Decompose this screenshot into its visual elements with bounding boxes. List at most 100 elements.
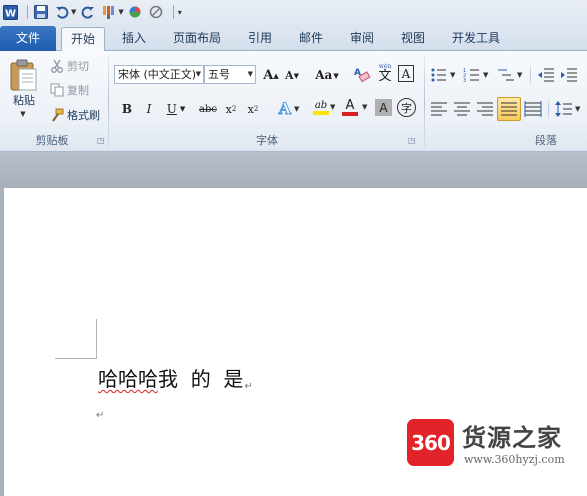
format-painter-label: 格式刷 bbox=[67, 109, 100, 122]
page-corner-mark bbox=[55, 358, 97, 359]
numbering-dropdown-icon[interactable]: ▼ bbox=[483, 71, 488, 79]
redo-icon[interactable] bbox=[79, 4, 96, 21]
group-divider bbox=[424, 55, 425, 148]
phonetic-guide-icon: 文 bbox=[378, 68, 392, 84]
italic-button[interactable]: I bbox=[139, 99, 159, 119]
ruler-area bbox=[0, 152, 587, 188]
watermark-url: www.360hyzj.com bbox=[464, 453, 565, 466]
font-color-swatch bbox=[342, 111, 358, 116]
font-color-dropdown-icon[interactable]: ▼ bbox=[362, 103, 367, 111]
tab-home[interactable]: 开始 bbox=[61, 27, 105, 52]
paste-button[interactable] bbox=[6, 55, 42, 95]
bold-button[interactable]: B bbox=[117, 99, 137, 119]
font-launcher-icon[interactable]: ◳ bbox=[408, 136, 416, 145]
document-line-1[interactable]: 哈哈哈我 的 是 ↵ bbox=[98, 364, 253, 392]
bullets-icon[interactable] bbox=[430, 66, 448, 84]
align-center-icon[interactable] bbox=[453, 100, 471, 118]
increase-indent-icon[interactable] bbox=[560, 66, 578, 84]
bullets-dropdown-icon[interactable]: ▼ bbox=[450, 71, 455, 79]
chevron-down-icon: ▼ bbox=[195, 70, 201, 78]
tab-file[interactable]: 文件 bbox=[0, 26, 56, 51]
superscript-button[interactable]: x2 bbox=[243, 99, 263, 119]
page-corner-mark bbox=[96, 319, 97, 359]
line-1-text[interactable]: 我 的 是 bbox=[158, 363, 243, 392]
distributed-icon[interactable] bbox=[524, 100, 542, 118]
tab-view[interactable]: 视图 bbox=[392, 27, 434, 51]
misspelled-text[interactable]: 哈哈哈 bbox=[98, 363, 158, 392]
align-left-icon[interactable] bbox=[430, 100, 448, 118]
italic-icon: I bbox=[146, 102, 152, 116]
strikethrough-button[interactable]: abc bbox=[196, 99, 220, 119]
subscript-button[interactable]: x2 bbox=[221, 99, 241, 119]
numbering-icon[interactable]: 123 bbox=[463, 66, 481, 84]
save-icon[interactable] bbox=[32, 4, 49, 21]
character-border-button[interactable]: A bbox=[398, 65, 414, 82]
superscript-mark: 2 bbox=[253, 105, 259, 113]
change-case-icon: Aa bbox=[315, 68, 333, 82]
shrink-font-button[interactable]: A ▼ bbox=[282, 65, 302, 85]
highlight-icon: ab bbox=[314, 100, 328, 111]
grow-font-button[interactable]: A ▲ bbox=[261, 65, 281, 85]
font-size-value: 五号 bbox=[208, 68, 230, 81]
tab-references[interactable]: 引用 bbox=[239, 27, 281, 51]
copy-label: 复制 bbox=[67, 84, 89, 97]
highlight-color-swatch bbox=[313, 111, 329, 115]
copy-button: 复制 bbox=[50, 81, 89, 99]
font-size-combo[interactable]: 五号 ▼ bbox=[204, 65, 256, 84]
clipboard-group-label: 剪贴板 bbox=[35, 134, 69, 147]
undo-icon[interactable] bbox=[53, 4, 70, 21]
phonetic-guide-button[interactable]: wén 文 bbox=[375, 63, 395, 83]
svg-text:3: 3 bbox=[463, 78, 466, 84]
subscript-mark: 2 bbox=[231, 105, 237, 113]
clipboard-launcher-icon[interactable]: ◳ bbox=[97, 136, 105, 145]
text-effects-button[interactable]: A ▼ bbox=[274, 98, 304, 118]
format-dropdown-icon[interactable]: ▼ bbox=[118, 8, 123, 16]
scissors-icon bbox=[51, 59, 63, 73]
svg-text:W: W bbox=[5, 8, 16, 19]
enclose-characters-icon: 字 bbox=[401, 101, 412, 115]
paste-dropdown-icon[interactable]: ▼ bbox=[16, 108, 30, 120]
color-icon[interactable] bbox=[127, 4, 144, 21]
line-spacing-dropdown-icon[interactable]: ▼ bbox=[575, 105, 580, 113]
text-effects-icon: A bbox=[278, 98, 292, 118]
ribbon-tabs: 文件 开始 插入 页面布局 引用 邮件 审阅 视图 开发工具 bbox=[0, 24, 587, 52]
tab-mailings[interactable]: 邮件 bbox=[290, 27, 332, 51]
multilevel-list-icon[interactable] bbox=[497, 66, 515, 84]
word-app-icon[interactable]: W bbox=[2, 4, 19, 21]
clear-formatting-icon: A bbox=[354, 68, 371, 83]
line-spacing-icon[interactable] bbox=[555, 100, 573, 118]
undo-dropdown-icon[interactable]: ▼ bbox=[71, 8, 76, 16]
tab-developer[interactable]: 开发工具 bbox=[444, 27, 508, 51]
tab-page-layout[interactable]: 页面布局 bbox=[163, 27, 231, 51]
justify-button[interactable] bbox=[497, 97, 521, 121]
tab-review[interactable]: 审阅 bbox=[341, 27, 383, 51]
format-painter-icon[interactable] bbox=[100, 4, 117, 21]
chevron-down-icon: ▼ bbox=[247, 70, 253, 78]
align-right-icon[interactable] bbox=[476, 100, 494, 118]
tab-insert[interactable]: 插入 bbox=[113, 27, 155, 51]
customize-dropdown-icon[interactable]: ▾ bbox=[178, 8, 182, 17]
multilevel-dropdown-icon[interactable]: ▼ bbox=[517, 71, 522, 79]
format-painter-button[interactable]: 格式刷 bbox=[50, 106, 100, 124]
group-divider bbox=[108, 55, 109, 148]
highlight-dropdown-icon[interactable]: ▼ bbox=[330, 103, 335, 111]
copy-icon bbox=[50, 83, 64, 97]
character-shading-button[interactable]: A bbox=[375, 99, 392, 116]
watermark-logo: 360 bbox=[407, 419, 454, 466]
bold-icon: B bbox=[121, 102, 133, 116]
change-case-button[interactable]: Aa ▼ bbox=[312, 65, 342, 85]
paste-label[interactable]: 粘贴 bbox=[6, 92, 42, 108]
group-divider bbox=[530, 65, 531, 85]
decrease-indent-icon[interactable] bbox=[537, 66, 555, 84]
paragraph-group-label: 段落 bbox=[535, 134, 557, 147]
font-name-combo[interactable]: 宋体 (中文正文) ▼ bbox=[114, 65, 204, 84]
paragraph-mark-icon: ↵ bbox=[244, 381, 253, 392]
enclose-characters-button[interactable]: 字 bbox=[397, 98, 416, 117]
clear-formatting-button[interactable]: A bbox=[352, 64, 372, 84]
font-color-button[interactable]: A bbox=[340, 97, 360, 117]
watermark-title: 货源之家 bbox=[462, 424, 562, 452]
clear-format-icon[interactable] bbox=[148, 4, 165, 21]
grow-font-icon: A bbox=[263, 67, 274, 83]
paragraph-mark-icon: ↵ bbox=[96, 410, 105, 421]
underline-button[interactable]: U ▼ bbox=[162, 99, 190, 119]
